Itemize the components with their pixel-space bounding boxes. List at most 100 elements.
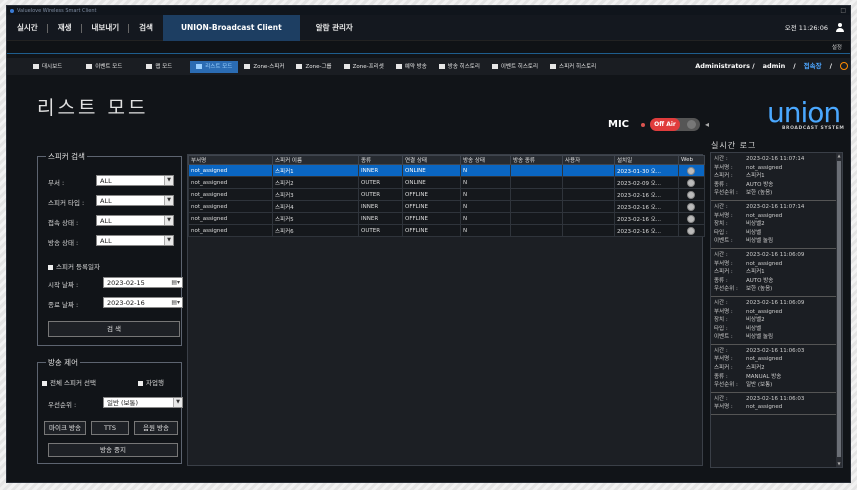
col-install-date[interactable]: 설치일 — [614, 155, 679, 165]
registration-checkbox[interactable] — [48, 264, 53, 270]
col-type[interactable]: 종류 — [358, 155, 403, 165]
log-value: 2023-02-16 11:06:09 — [746, 299, 805, 306]
search-button[interactable]: 검 색 — [48, 321, 180, 337]
table-row[interactable]: not_assigned 스피커5 INNER OFFLINE N 2023-02-16 … — [188, 212, 705, 225]
dept-select[interactable]: ALL ▼ — [96, 175, 174, 186]
onair-toggle[interactable]: Off Air — [650, 118, 700, 131]
start-date-input[interactable]: 2023-02-15 ▤▾ — [103, 277, 183, 288]
col-speaker-name[interactable]: 스피커 이름 — [272, 155, 359, 165]
log-entry: 시간 : 2023-02-16 11:07:14 부서명 : not_assigned… — [711, 153, 842, 201]
log-key: 부서명 : — [714, 212, 733, 219]
table-row[interactable]: not_assigned 스피커3 OUTER OFFLINE N 2023-02-16 … — [188, 188, 705, 201]
select-all-toggle[interactable]: 전체 스피커 선택 — [42, 377, 96, 387]
calendar-icon[interactable]: ▤▾ — [171, 298, 180, 308]
log-value: 비상벨2 — [746, 221, 765, 228]
close-icon[interactable]: □ — [840, 7, 846, 14]
tool-broadcast-history[interactable]: 방송 히스토리 — [433, 61, 486, 73]
tool-zone-group[interactable]: Zone-그룹 — [290, 61, 337, 73]
table-row[interactable]: not_assigned 스피커2 OUTER ONLINE N 2023-02-09 오… — [188, 176, 705, 189]
tool-speaker-history[interactable]: 스피커 히스토리 — [544, 61, 602, 73]
log-value: MANUAL 방송 — [746, 373, 782, 380]
scroll-down-icon[interactable]: ▼ — [836, 461, 842, 467]
priority-select[interactable]: 일반 (보통) ▼ — [103, 397, 183, 408]
tool-map-mode[interactable]: 맵 모드 — [140, 61, 178, 73]
log-value: 2023-02-16 11:06:03 — [746, 395, 805, 402]
bcast-label: 방송 상태 : — [48, 239, 79, 247]
log-value: AUTO 방송 — [746, 277, 774, 284]
col-user[interactable]: 사용자 — [562, 155, 615, 165]
tool-event-mode[interactable]: 이벤트 모드 — [80, 61, 128, 73]
web-icon[interactable] — [687, 214, 695, 223]
mode-toolbar: 대시보드 이벤트 모드 맵 모드 리스트 모드 Zone-스피커 Zone-그룹… — [7, 58, 850, 75]
menu-playback[interactable]: 재생 — [48, 15, 82, 41]
tool-scheduled-broadcast[interactable]: 예약 방송 — [390, 61, 433, 73]
tool-zone-speaker[interactable]: Zone-스피커 — [238, 61, 290, 73]
log-key: 시간 : — [714, 203, 728, 210]
web-icon[interactable] — [687, 226, 695, 235]
log-key: 부서명 : — [714, 308, 733, 315]
power-icon[interactable] — [840, 62, 848, 70]
user-icon[interactable] — [836, 23, 844, 32]
end-date-input[interactable]: 2023-02-16 ▤▾ — [103, 297, 183, 308]
scroll-up-icon[interactable]: ▲ — [836, 153, 842, 159]
type-select[interactable]: ALL ▼ — [96, 195, 174, 206]
auto-toggle[interactable]: 자업행 — [138, 377, 164, 387]
scroll-thumb[interactable] — [837, 161, 841, 457]
registration-date-toggle[interactable]: 스피커 등록일자 — [48, 261, 100, 271]
log-line: 종류 : MANUAL 방송 — [714, 373, 839, 382]
log-value: 보한 (높음) — [746, 190, 773, 197]
log-line: 우선순위 : 일반 (보통) — [714, 381, 839, 390]
log-key: 시간 : — [714, 251, 728, 258]
log-entry: 시간 : 2023-02-16 11:06:03 부서명 : not_assigned — [711, 393, 842, 416]
log-key: 장치 : — [714, 317, 728, 324]
log-line: 부서명 : not_assigned — [714, 164, 839, 173]
web-icon[interactable] — [687, 202, 695, 211]
web-icon[interactable] — [687, 190, 695, 199]
log-line: 장치 : 비상벨2 — [714, 316, 839, 325]
tts-button[interactable]: TTS — [91, 421, 129, 435]
log-key: 스피커 : — [714, 269, 733, 276]
log-value: 2023-02-16 11:07:14 — [746, 203, 805, 210]
col-connection[interactable]: 연결 상태 — [402, 155, 461, 165]
log-line: 부서명 : not_assigned — [714, 308, 839, 317]
menu-search[interactable]: 검색 — [129, 15, 163, 41]
calendar-icon[interactable]: ▤▾ — [171, 278, 180, 288]
tool-zone-preset[interactable]: Zone-프리셋 — [338, 61, 390, 73]
log-key: 시간 : — [714, 395, 728, 402]
menu-export[interactable]: 내보내기 — [82, 15, 130, 41]
tool-dashboard[interactable]: 대시보드 — [27, 61, 68, 73]
col-broadcast-status[interactable]: 방송 상태 — [460, 155, 511, 165]
log-key: 시간 : — [714, 299, 728, 306]
mic-broadcast-button[interactable]: 마이크 방송 — [44, 421, 86, 435]
menu-alarm-manager[interactable]: 알람 관리자 — [300, 15, 369, 41]
table-row[interactable]: not_assigned 스피커1 INNER ONLINE N 2023-01-30 오… — [188, 164, 705, 177]
tool-event-history[interactable]: 이벤트 히스토리 — [486, 61, 544, 73]
log-line: 이벤트 : 비상벨 눌림 — [714, 237, 839, 246]
menu-union-broadcast[interactable]: UNION-Broadcast Client — [162, 14, 300, 41]
table-row[interactable]: not_assigned 스피커4 INNER OFFLINE N 2023-02-16 … — [188, 200, 705, 213]
col-dept[interactable]: 부서명 — [188, 155, 273, 165]
conn-select[interactable]: ALL ▼ — [96, 215, 174, 226]
log-scrollbar[interactable]: ▲ ▼ — [836, 153, 842, 467]
end-date-label: 종료 날짜 : — [48, 301, 79, 309]
logout-link[interactable]: 접속장 — [804, 58, 822, 75]
auto-checkbox[interactable] — [138, 380, 143, 386]
log-list: 시간 : 2023-02-16 11:07:14 부서명 : not_assigned… — [711, 153, 842, 416]
source-broadcast-button[interactable]: 음원 방송 — [134, 421, 178, 435]
table-row[interactable]: not_assigned 스피커6 OUTER OFFLINE N 2023-02-16 … — [188, 224, 705, 237]
tool-list-mode[interactable]: 리스트 모드 — [190, 60, 239, 73]
log-line: 시간 : 2023-02-16 11:06:03 — [714, 395, 839, 404]
type-label: 스피커 타입 : — [48, 199, 85, 207]
web-icon[interactable] — [687, 166, 695, 175]
col-web[interactable]: Web — [678, 155, 705, 165]
stop-broadcast-button[interactable]: 방송 중지 — [48, 443, 178, 457]
log-value: not_assigned — [746, 164, 783, 171]
bcast-select[interactable]: ALL ▼ — [96, 235, 174, 246]
web-icon[interactable] — [687, 178, 695, 187]
realtime-log[interactable]: 시간 : 2023-02-16 11:07:14 부서명 : not_assigned… — [710, 152, 843, 468]
menu-live[interactable]: 실시간 — [7, 15, 48, 41]
log-line: 스피커 : 스피커1 — [714, 268, 839, 277]
settings-link[interactable]: 설정 — [832, 43, 842, 51]
col-broadcast-type[interactable]: 방송 종류 — [510, 155, 563, 165]
select-all-checkbox[interactable] — [42, 380, 47, 386]
